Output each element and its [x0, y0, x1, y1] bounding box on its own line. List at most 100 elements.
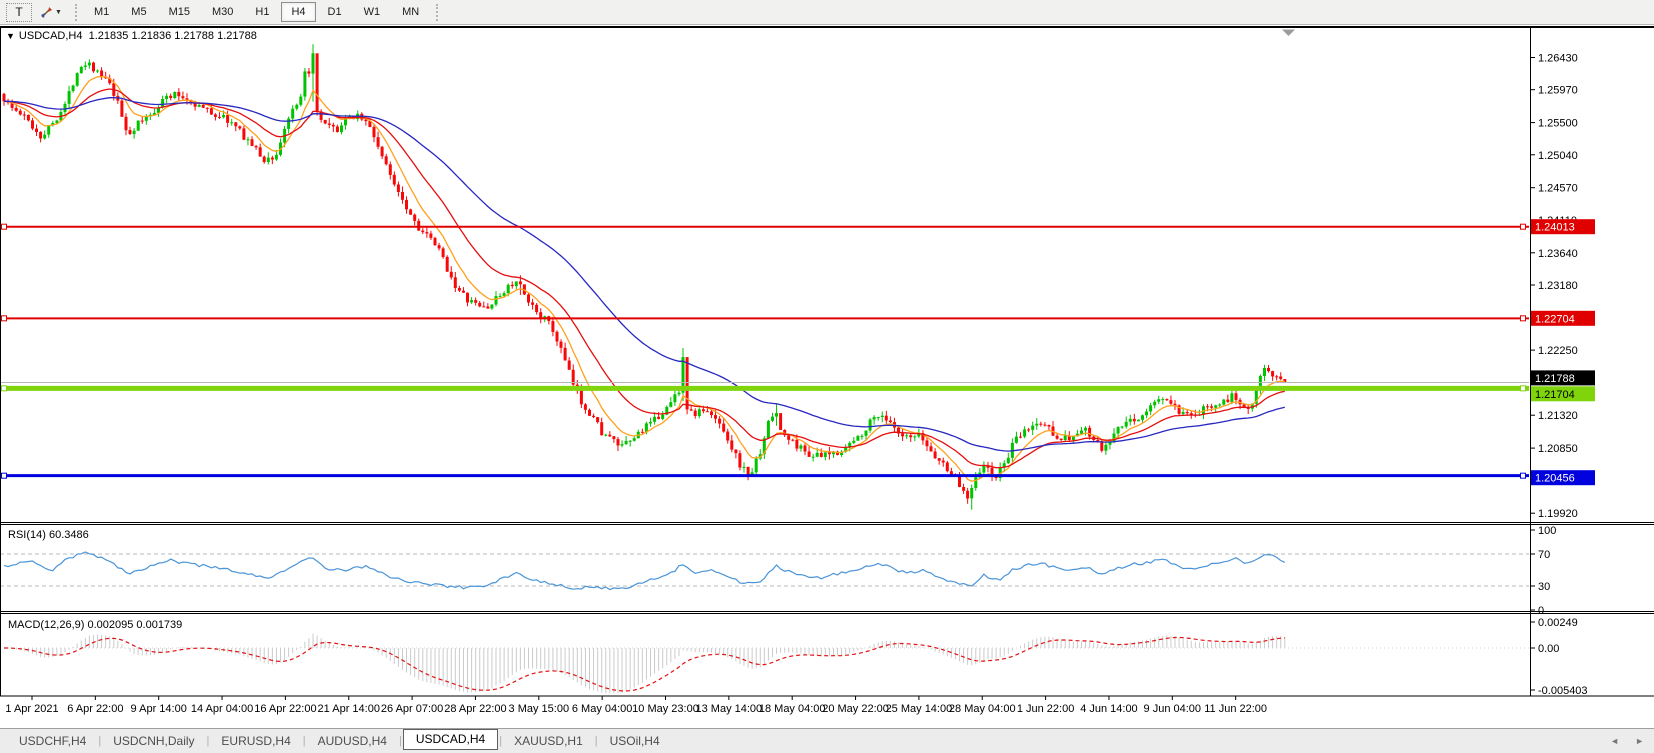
symbol-tabs: USDCHF,H4|USDCNH,Daily|EURUSD,H4|AUDUSD,…: [8, 731, 671, 751]
svg-text:0.00249: 0.00249: [1538, 617, 1578, 629]
time-axis-label: 18 May 04:00: [759, 703, 826, 715]
candles: [3, 44, 1287, 510]
tab-eurusd-h4[interactable]: EURUSD,H4: [210, 731, 301, 751]
tab-usdchf-h4[interactable]: USDCHF,H4: [8, 731, 97, 751]
chart-shift-marker-icon[interactable]: [1282, 30, 1295, 37]
ma-medium-line: [4, 89, 1285, 468]
support-line-green-anchor[interactable]: [2, 386, 7, 391]
svg-text:1.20456: 1.20456: [1535, 473, 1575, 485]
rsi-indicator-label: RSI(14) 60.3486: [8, 529, 89, 541]
tab-scroll-right-icon[interactable]: ►: [1635, 736, 1644, 746]
svg-text:1.26430: 1.26430: [1538, 53, 1578, 65]
timeframe-button-m30[interactable]: M30: [202, 2, 243, 22]
time-axis-label: 26 Apr 07:00: [381, 703, 443, 715]
svg-text:70: 70: [1538, 549, 1550, 561]
support-line-blue-anchor[interactable]: [1521, 473, 1526, 478]
time-axis-label: 13 May 14:00: [696, 703, 763, 715]
resistance-line-1-anchor[interactable]: [1521, 224, 1526, 229]
panel-borders: [0, 27, 1654, 696]
timeframe-button-h1[interactable]: H1: [245, 2, 279, 22]
tab-usdcad-h4[interactable]: USDCAD,H4: [403, 729, 498, 750]
svg-text:1.21320: 1.21320: [1538, 410, 1578, 422]
support-line-blue-anchor[interactable]: [2, 473, 7, 478]
time-axis-label: 10 May 23:00: [632, 703, 699, 715]
ma-slow-line: [4, 98, 1285, 452]
time-axis-label: 20 May 22:00: [822, 703, 889, 715]
symbol-tab-bar: USDCHF,H4|USDCNH,Daily|EURUSD,H4|AUDUSD,…: [0, 728, 1654, 753]
tab-scroll-left-icon[interactable]: ◄: [1610, 736, 1619, 746]
resistance-line-1-anchor[interactable]: [2, 224, 7, 229]
time-axis-label: 28 Apr 22:00: [444, 703, 506, 715]
tab-xauusd-h1[interactable]: XAUUSD,H1: [503, 731, 594, 751]
time-axis-label: 6 May 04:00: [572, 703, 633, 715]
macd-indicator-label: MACD(12,26,9) 0.002095 0.001739: [8, 619, 182, 631]
timeframe-button-m5[interactable]: M5: [121, 2, 156, 22]
time-axis-label: 1 Jun 22:00: [1017, 703, 1075, 715]
text-tool-label: T: [15, 5, 22, 19]
svg-text:1.25970: 1.25970: [1538, 85, 1578, 97]
time-axis-label: 28 May 04:00: [949, 703, 1016, 715]
tab-usoil-h4[interactable]: USOil,H4: [599, 731, 671, 751]
price-chart[interactable]: 1.264301.259701.255001.250401.245701.241…: [0, 0, 1654, 753]
svg-text:1.20850: 1.20850: [1538, 443, 1578, 455]
arrows-tool-button[interactable]: ▼: [34, 3, 68, 22]
svg-text:1.22704: 1.22704: [1535, 313, 1575, 325]
toolbar-separator: [436, 4, 438, 21]
collapse-arrow-icon[interactable]: ▼: [6, 31, 15, 41]
svg-text:1.21788: 1.21788: [1535, 373, 1575, 385]
svg-text:1.21704: 1.21704: [1535, 389, 1575, 401]
timeframe-button-w1[interactable]: W1: [354, 2, 391, 22]
svg-text:0.00: 0.00: [1538, 643, 1559, 655]
svg-text:1.25040: 1.25040: [1538, 150, 1578, 162]
time-axis-label: 4 Jun 14:00: [1080, 703, 1138, 715]
time-axis-label: 1 Apr 2021: [5, 703, 58, 715]
ma-fast-line: [4, 77, 1285, 482]
timeframe-button-h4[interactable]: H4: [281, 2, 315, 22]
time-axis-label: 25 May 14:00: [886, 703, 953, 715]
price-axis-scale: 1.264301.259701.255001.250401.245701.241…: [32, 53, 1588, 701]
toolbar-separator: [75, 4, 77, 21]
resistance-line-2-anchor[interactable]: [2, 316, 7, 321]
time-axis-label: 14 Apr 04:00: [191, 703, 253, 715]
chart-ohlc-quotes: 1.21835 1.21836 1.21788 1.21788: [89, 30, 257, 42]
tab-audusd-h4[interactable]: AUDUSD,H4: [307, 731, 398, 751]
timeframe-button-m1[interactable]: M1: [84, 2, 119, 22]
macd-panel: [0, 634, 1530, 694]
support-line-green-anchor[interactable]: [1521, 386, 1526, 391]
text-tool-button[interactable]: T: [6, 3, 32, 22]
time-axis-label: 21 Apr 14:00: [318, 703, 380, 715]
rsi-line: [4, 552, 1285, 590]
macd-histogram: [4, 634, 1285, 694]
time-axis-label: 16 Apr 22:00: [254, 703, 316, 715]
time-axis-label: 9 Jun 04:00: [1144, 703, 1202, 715]
timeframe-button-mn[interactable]: MN: [392, 2, 429, 22]
tab-usdcnh-daily[interactable]: USDCNH,Daily: [102, 731, 205, 751]
time-axis: 1 Apr 2021 6 Apr 22:00 9 Apr 14:00 14 Apr 0…: [0, 700, 1654, 726]
macd-signal-line: [4, 638, 1285, 692]
chart-title: ▼ USDCAD,H4 1.21835 1.21836 1.21788 1.217…: [6, 30, 257, 42]
svg-text:1.24013: 1.24013: [1535, 222, 1575, 234]
time-axis-label: 9 Apr 14:00: [131, 703, 187, 715]
svg-text:1.23180: 1.23180: [1538, 280, 1578, 292]
resistance-line-2-anchor[interactable]: [1521, 316, 1526, 321]
chevron-down-icon: ▼: [55, 9, 62, 16]
svg-text:0: 0: [1538, 605, 1544, 617]
time-axis-label: 11 Jun 22:00: [1204, 703, 1267, 715]
svg-text:30: 30: [1538, 581, 1550, 593]
svg-text:1.22250: 1.22250: [1538, 345, 1578, 357]
chart-symbol: USDCAD,H4: [19, 30, 83, 42]
arrows-tool-icon: [40, 6, 53, 19]
svg-text:1.25500: 1.25500: [1538, 118, 1578, 130]
rsi-panel: [0, 552, 1530, 590]
timeframe-button-group: M1M5M15M30H1H4D1W1MN: [83, 2, 430, 22]
time-axis-label: 3 May 15:00: [509, 703, 570, 715]
top-toolbar: T ▼ M1M5M15M30H1H4D1W1MN: [0, 0, 1654, 25]
time-axis-label: 6 Apr 22:00: [67, 703, 123, 715]
timeframe-button-m15[interactable]: M15: [159, 2, 200, 22]
svg-text:100: 100: [1538, 525, 1556, 537]
timeframe-button-d1[interactable]: D1: [318, 2, 352, 22]
svg-text:1.23640: 1.23640: [1538, 248, 1578, 260]
svg-text:-0.005403: -0.005403: [1538, 685, 1588, 697]
main-chart-panel: [0, 44, 1530, 510]
svg-text:1.24570: 1.24570: [1538, 183, 1578, 195]
